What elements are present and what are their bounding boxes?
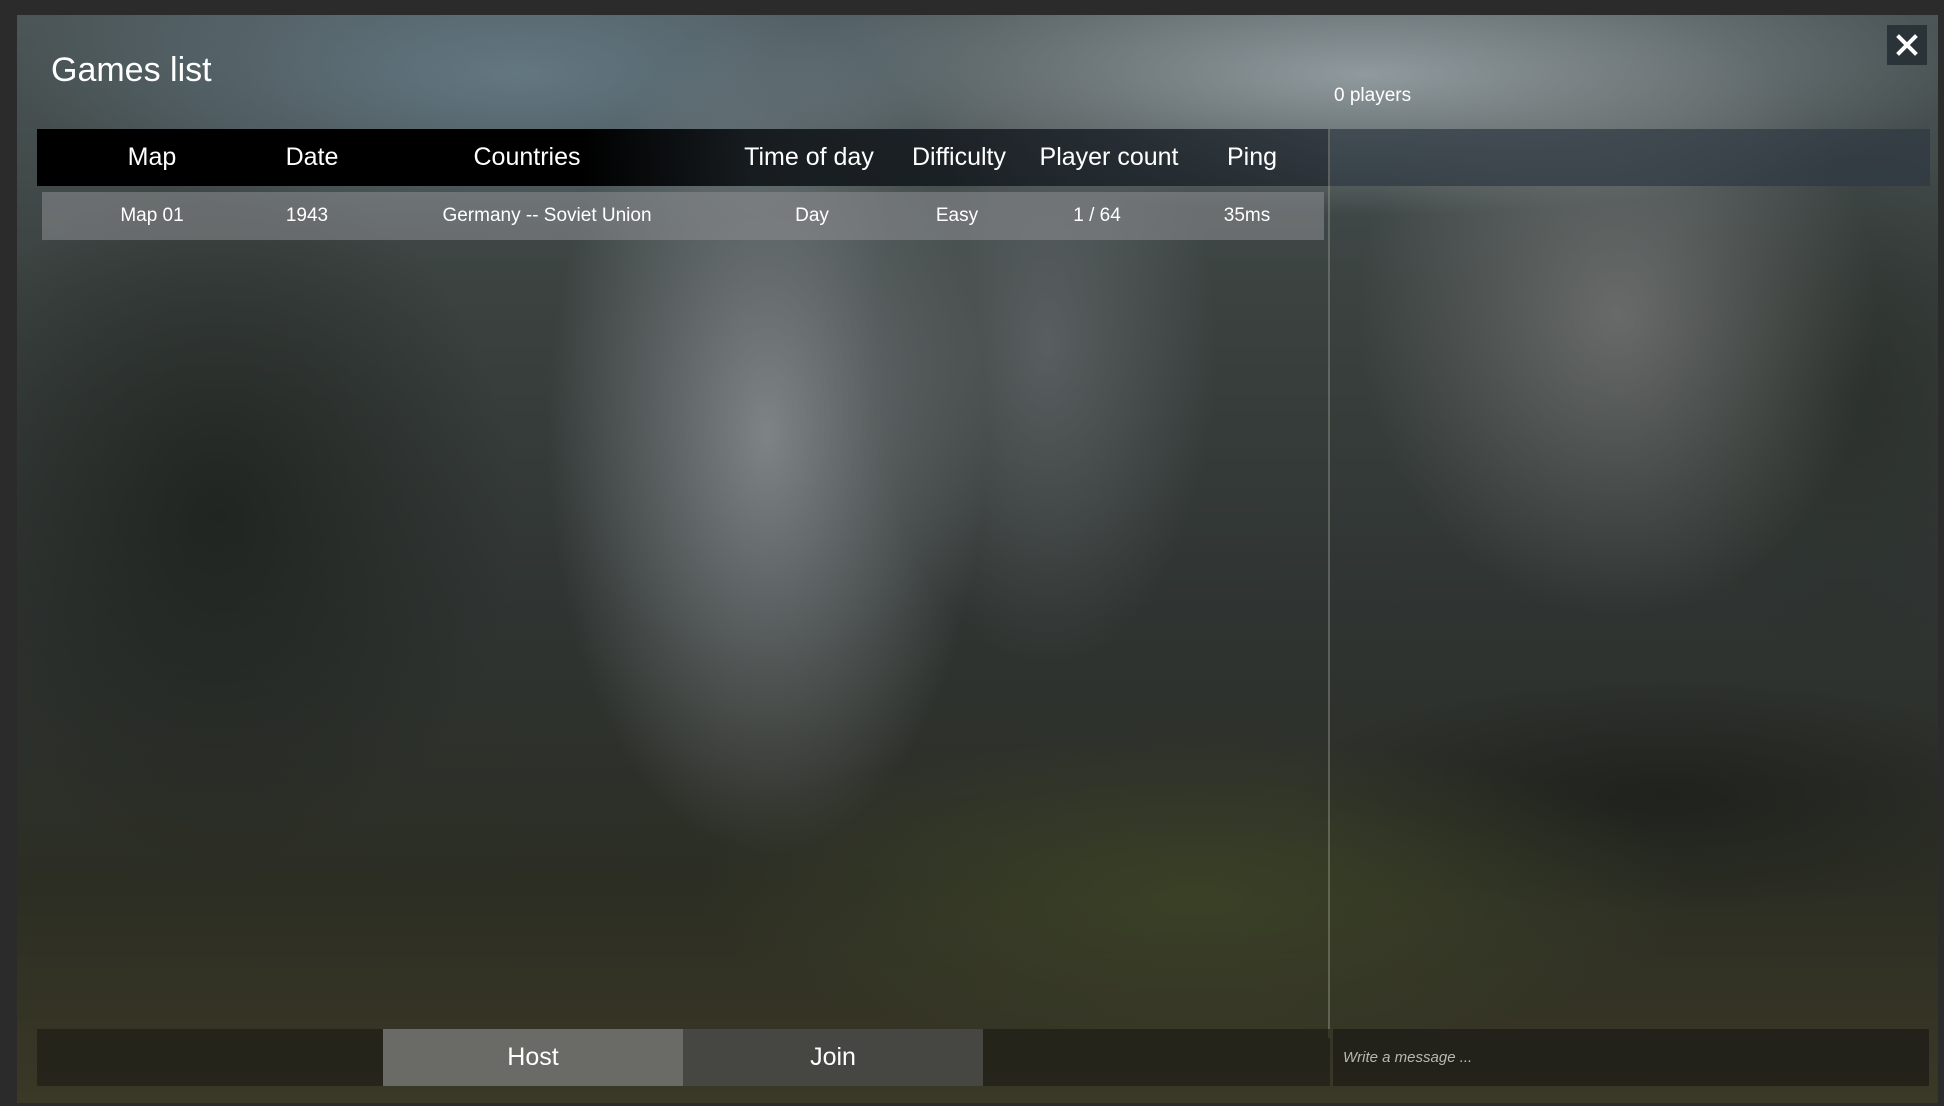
chat-panel	[1330, 129, 1930, 1038]
close-button[interactable]	[1887, 25, 1927, 65]
action-bar: Host Join	[37, 1029, 1330, 1086]
column-header-player-count[interactable]: Player count	[1025, 129, 1193, 186]
column-header-time-of-day[interactable]: Time of day	[737, 129, 881, 186]
join-button[interactable]: Join	[683, 1029, 983, 1086]
page-title: Games list	[51, 51, 212, 89]
players-count: 0 players	[1334, 85, 1412, 106]
chat-message-input[interactable]	[1333, 1029, 1929, 1086]
cell-ping: 35ms	[1223, 205, 1271, 226]
table-header: Map Date Countries Time of day Difficult…	[37, 129, 1330, 186]
column-header-date[interactable]: Date	[257, 129, 367, 186]
host-button[interactable]: Host	[383, 1029, 683, 1086]
cell-difficulty: Easy	[935, 205, 979, 226]
table-row[interactable]: Map 01 1943 Germany -- Soviet Union Day …	[42, 192, 1324, 240]
chat-header	[1330, 129, 1930, 186]
cell-countries: Germany -- Soviet Union	[442, 205, 652, 226]
cell-time-of-day: Day	[795, 205, 829, 226]
cell-player-count: 1 / 64	[1073, 205, 1121, 226]
column-header-ping[interactable]: Ping	[1202, 129, 1302, 186]
cell-date: 1943	[285, 205, 329, 226]
column-header-map[interactable]: Map	[92, 129, 212, 186]
column-header-difficulty[interactable]: Difficulty	[900, 129, 1018, 186]
games-list-window: Games list 0 players Map Date Countries …	[17, 15, 1938, 1103]
cell-map: Map 01	[120, 205, 184, 226]
games-table: Map Date Countries Time of day Difficult…	[37, 129, 1330, 1038]
column-header-countries[interactable]: Countries	[437, 129, 617, 186]
close-icon	[1896, 34, 1918, 56]
